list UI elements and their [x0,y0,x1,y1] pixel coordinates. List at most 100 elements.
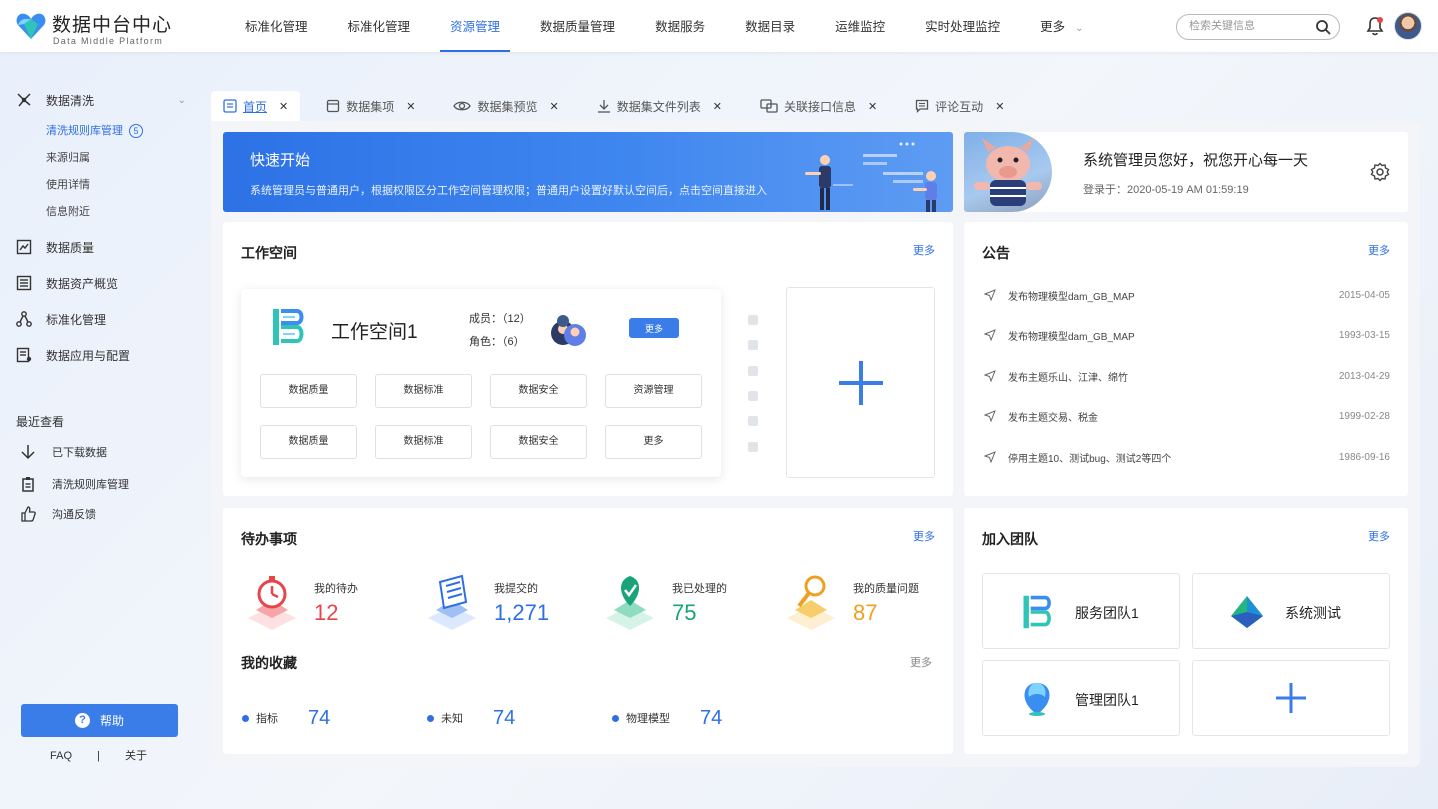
nav-more-label: 更多 [1040,20,1066,34]
send-arrow-icon [984,410,996,422]
notification-bell-icon[interactable] [1366,16,1384,36]
close-icon[interactable]: ✕ [995,100,1004,113]
user-avatar[interactable] [1394,12,1422,40]
nav-item-data-service[interactable]: 数据服务 [635,0,725,52]
app-logo[interactable]: 数据中台中心 Data Middle Platform [16,10,171,46]
close-icon[interactable]: ✕ [868,100,877,113]
nav-item-resources[interactable]: 资源管理 [430,0,520,52]
gear-icon[interactable] [1370,162,1390,182]
team-item-service[interactable]: 服务团队1 [982,573,1180,649]
recent-item-feedback[interactable]: 沟通反馈 [20,506,96,522]
tab-comments[interactable]: 评论互动 ✕ [903,91,1016,121]
tab-home[interactable]: 首页 ✕ [211,91,301,121]
sidebar-item-nearby[interactable]: 信息附近 [46,203,90,219]
team-item-system-test[interactable]: 系统测试 [1192,573,1390,649]
notice-more-link[interactable]: 更多 [1368,242,1390,258]
nav-item-standardization-2[interactable]: 标准化管理 [328,0,431,52]
notice-item[interactable]: 发布物理模型dam_GB_MAP 2015-04-05 [984,287,1390,303]
tab-label: 首页 [243,99,268,114]
add-team-button[interactable] [1192,660,1390,736]
todo-item-processed[interactable]: 我已处理的 75 [600,572,770,632]
favorite-item-unknown[interactable]: 未知 74 [427,706,515,730]
sidebar-group-label: 数据清洗 [46,93,95,108]
pager-dot[interactable] [748,442,758,452]
workspace-tag-data-standard[interactable]: 数据标准 [375,374,472,408]
workspace-tag-data-security[interactable]: 数据安全 [490,374,587,408]
footer-links: FAQ | 关于 [50,747,169,763]
pager-dot[interactable] [748,416,758,426]
nav-item-more[interactable]: 更多 ⌄ [1020,0,1103,52]
tab-dataset-items[interactable]: 数据集项 ✕ [314,91,427,121]
tab-dataset-preview[interactable]: 数据集预览 ✕ [441,91,570,121]
top-header: 数据中台中心 Data Middle Platform 标准化管理 标准化管理 … [0,0,1438,52]
sidebar-group-asset-overview[interactable]: 数据资产概览 [16,273,186,293]
team-item-management[interactable]: 管理团队1 [982,660,1180,736]
todo-item-quality-issues[interactable]: 我的质量问题 87 [781,572,951,632]
workspace-tag-data-security-2[interactable]: 数据安全 [490,425,587,459]
close-icon[interactable]: ✕ [549,100,558,113]
sidebar: 数据清洗 ⌄ 清洗规则库管理 5 来源归属 使用详情 信息附近 数据质量 数据资产… [0,52,200,809]
search-icon[interactable] [1315,19,1331,35]
favorite-item-metric[interactable]: 指标 74 [242,706,330,730]
sidebar-group-data-cleaning[interactable]: 数据清洗 ⌄ [16,90,186,110]
pager-dot[interactable] [748,366,758,376]
close-icon[interactable]: ✕ [406,100,415,113]
faq-link[interactable]: FAQ [50,750,72,762]
notice-date: 2013-04-29 [1338,370,1390,382]
todo-item-my-tasks[interactable]: 我的待办 12 [242,572,412,632]
close-icon[interactable]: ✕ [279,100,288,113]
help-button[interactable]: ? 帮助 [21,704,178,737]
workspace-tag-more[interactable]: 更多 [605,425,702,459]
workspace-item[interactable]: 工作空间1 成员：（12） 角色：（6） 更多 数据质量 数据标准 数据安全 资… [241,289,721,477]
recent-item-cleaning-rules[interactable]: 清洗规则库管理 [20,476,129,492]
teams-title: 加入团队 [982,531,1038,547]
favorites-more-link[interactable]: 更多 [910,654,932,670]
notice-item[interactable]: 发布主题交易、税金 1999-02-28 [984,408,1390,424]
recent-item-downloads[interactable]: 已下载数据 [20,444,107,460]
nav-item-standardization-1[interactable]: 标准化管理 [225,0,328,52]
todo-value: 87 [853,600,878,625]
todo-item-submitted[interactable]: 我提交的 1,271 [422,572,592,632]
magnifier-icon [787,575,835,630]
notice-date: 1993-03-15 [1338,329,1390,341]
search-input[interactable] [1189,20,1309,32]
tab-dataset-files[interactable]: 数据集文件列表 ✕ [585,91,734,121]
sidebar-group-data-quality[interactable]: 数据质量 [16,237,186,257]
about-link[interactable]: 关于 [125,750,147,762]
chevron-down-icon[interactable]: ⌄ [178,95,186,106]
sidebar-group-data-apps[interactable]: 数据应用与配置 [16,345,186,365]
notice-item[interactable]: 发布主题乐山、江津、绵竹 2013-04-29 [984,368,1390,384]
notice-item[interactable]: 停用主题10、测试bug、测试2等四个 1986-09-16 [984,449,1390,465]
nav-item-data-quality[interactable]: 数据质量管理 [520,0,635,52]
hierarchy-icon [16,311,32,327]
favorite-value: 74 [493,706,516,729]
nav-item-ops-monitor[interactable]: 运维监控 [815,0,905,52]
tab-label: 数据集项 [346,99,395,114]
workspace-more-link[interactable]: 更多 [913,242,935,258]
pager-dot[interactable] [748,340,758,350]
sidebar-group-label: 数据质量 [46,240,95,255]
workspace-tag-data-quality-2[interactable]: 数据质量 [260,425,357,459]
tab-linked-api[interactable]: 关联接口信息 ✕ [748,91,889,121]
workspace-tag-resources[interactable]: 资源管理 [605,374,702,408]
sidebar-item-usage[interactable]: 使用详情 [46,176,90,192]
workspace-more-button[interactable]: 更多 [629,318,679,338]
add-workspace-button[interactable] [786,287,935,478]
sidebar-item-source[interactable]: 来源归属 [46,149,90,165]
nav-item-realtime-monitor[interactable]: 实时处理监控 [905,0,1020,52]
sidebar-item-cleaning-rules[interactable]: 清洗规则库管理 5 [46,122,143,138]
workspace-tag-data-quality[interactable]: 数据质量 [260,374,357,408]
favorite-item-physical-model[interactable]: 物理模型 74 [612,706,722,730]
teams-more-link[interactable]: 更多 [1368,528,1390,544]
pager-dot[interactable] [748,315,758,325]
quick-start-banner[interactable]: 快速开始 系统管理员与普通用户，根据权限区分工作空间管理权限；普通用户设置好默认… [223,132,953,212]
notice-item[interactable]: 发布物理模型dam_GB_MAP 1993-03-15 [984,327,1390,343]
todo-more-link[interactable]: 更多 [913,528,935,544]
leaf-shield-icon [606,576,654,630]
nav-item-data-catalog[interactable]: 数据目录 [725,0,815,52]
close-icon[interactable]: ✕ [713,100,722,113]
workspace-tag-data-standard-2[interactable]: 数据标准 [375,425,472,459]
pager-dot[interactable] [748,391,758,401]
sidebar-group-standardization[interactable]: 标准化管理 [16,309,186,329]
eye-icon [453,101,472,111]
